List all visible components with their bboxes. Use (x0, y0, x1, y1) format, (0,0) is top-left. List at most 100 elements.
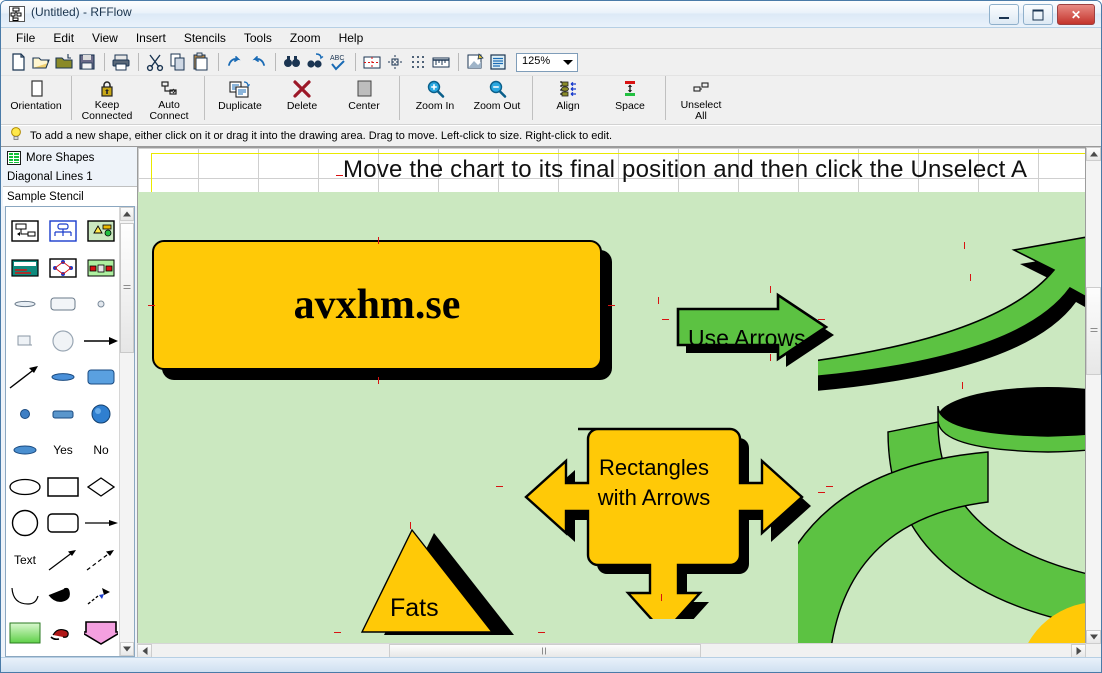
menu-stencils[interactable]: Stencils (175, 29, 235, 47)
stencil-shape-curve[interactable] (6, 578, 44, 615)
selection-handle[interactable] (378, 377, 379, 384)
vertical-scroll-thumb[interactable] (1086, 287, 1101, 375)
stencil-tab-more-shapes[interactable]: More Shapes (3, 148, 137, 167)
orientation-button[interactable]: Orientation (5, 76, 67, 122)
stencil-shape-warning-icon[interactable] (82, 213, 120, 250)
undo-icon[interactable] (224, 51, 246, 73)
zoom-combobox[interactable]: 125% (516, 52, 578, 72)
menu-insert[interactable]: Insert (127, 29, 175, 47)
stencil-shape-red-swirl[interactable] (44, 615, 82, 652)
stencil-shape-green-bar-icon[interactable] (82, 250, 120, 287)
stencil-shape-small-box[interactable] (6, 323, 44, 360)
stencil-shape-ribbon-curve[interactable] (44, 578, 82, 615)
selection-handle[interactable] (818, 492, 825, 493)
menu-help[interactable]: Help (330, 29, 373, 47)
selection-handle[interactable] (608, 305, 615, 306)
scroll-down-arrow[interactable] (120, 642, 134, 656)
selection-handle[interactable] (970, 274, 971, 281)
canvas-headline-text[interactable]: Move the chart to its final position and… (343, 156, 1027, 184)
stencil-shape-blue-rounded-rect[interactable] (82, 359, 120, 396)
stencil-shape-thin-oval[interactable] (6, 286, 44, 323)
selection-handle[interactable] (662, 319, 669, 320)
print-icon[interactable] (110, 51, 132, 73)
selection-handle[interactable] (336, 175, 343, 176)
stencil-tab-diagonal-lines-1[interactable]: Diagonal Lines 1 (3, 167, 137, 186)
copy-icon[interactable] (167, 51, 189, 73)
scroll-thumb[interactable] (120, 223, 134, 353)
close-button[interactable]: ✕ (1057, 4, 1095, 25)
stencil-scrollbar[interactable] (119, 207, 134, 656)
horizontal-scroll-thumb[interactable] (389, 644, 701, 658)
menu-file[interactable]: File (7, 29, 44, 47)
stencil-shape-blue-dot[interactable] (6, 396, 44, 433)
text-properties-icon[interactable] (487, 51, 509, 73)
stencil-shape-dashed-arrow[interactable] (82, 542, 120, 579)
minimize-button[interactable] (989, 4, 1019, 25)
zoom-in-button[interactable]: Zoom In (404, 76, 466, 122)
canvas-vertical-scrollbar[interactable] (1086, 147, 1101, 644)
page-breaks-icon[interactable] (361, 51, 383, 73)
scroll-left-arrow[interactable] (137, 644, 152, 658)
stencil-shape-cursor-arrow[interactable] (82, 578, 120, 615)
stencil-shape-diagram-icon[interactable] (44, 250, 82, 287)
open-folder-icon[interactable] (30, 51, 52, 73)
selection-handle[interactable] (661, 594, 662, 601)
stencil-shape-pink-down-arrow[interactable] (82, 615, 120, 652)
stencil-shape-no-label[interactable]: No (82, 432, 120, 469)
grid-dots-icon[interactable] (407, 51, 429, 73)
align-button[interactable]: Align (537, 76, 599, 122)
stencil-shape-tiny-node[interactable] (82, 286, 120, 323)
stencil-shape-rounded-rect[interactable] (44, 286, 82, 323)
zoom-out-button[interactable]: Zoom Out (466, 76, 528, 122)
delete-button[interactable]: Delete (271, 76, 333, 122)
selection-handle[interactable] (334, 632, 341, 633)
circular-arrow-green-shape[interactable] (798, 372, 1085, 643)
shape-properties-icon[interactable] (464, 51, 486, 73)
selection-handle[interactable] (770, 354, 771, 361)
rounded-rect-avxhm-shape[interactable]: avxhm.se (152, 240, 612, 380)
stencil-tab-sample-stencil[interactable]: Sample Stencil (3, 186, 137, 206)
stencil-shape-blue-cylinder[interactable] (44, 396, 82, 433)
selection-handle[interactable] (962, 382, 963, 389)
stencil-shape-circle[interactable] (6, 505, 44, 542)
maximize-button[interactable] (1023, 4, 1053, 25)
stencil-shape-green-gradient-rect[interactable] (6, 615, 44, 652)
selection-handle[interactable] (378, 237, 379, 244)
snap-icon[interactable] (384, 51, 406, 73)
stencil-shape-yes-label[interactable]: Yes (44, 432, 82, 469)
stencil-shape-blue-pill[interactable] (6, 432, 44, 469)
find-replace-icon[interactable] (304, 51, 326, 73)
duplicate-button[interactable]: Duplicate (209, 76, 271, 122)
selection-handle[interactable] (410, 522, 411, 529)
auto-connect-button[interactable]: Auto Connect (138, 76, 200, 122)
keep-connected-button[interactable]: Keep Connected (76, 76, 138, 122)
chevron-down-icon[interactable] (563, 59, 573, 65)
scroll-up-arrow[interactable] (120, 207, 134, 221)
selection-handle[interactable] (964, 242, 965, 249)
stencil-shape-line-arrow-up[interactable] (44, 542, 82, 579)
stencil-shape-thin-arrow[interactable] (82, 505, 120, 542)
scroll-down-arrow[interactable] (1086, 630, 1101, 644)
stencil-shape-rectangle[interactable] (44, 469, 82, 506)
stencil-shape-diagonal-arrow[interactable] (6, 359, 44, 396)
stencil-shape-ellipse[interactable] (6, 469, 44, 506)
scroll-right-arrow[interactable] (1071, 644, 1086, 658)
selection-handle[interactable] (538, 632, 545, 633)
stencil-shape-arrow-line[interactable] (82, 323, 120, 360)
selection-handle[interactable] (496, 486, 503, 487)
stencil-shape-diamond[interactable] (82, 469, 120, 506)
stencil-shape-blue-sphere[interactable] (82, 396, 120, 433)
spellcheck-icon[interactable]: ABC (327, 51, 349, 73)
find-icon[interactable] (281, 51, 303, 73)
open-recent-icon[interactable] (53, 51, 75, 73)
center-button[interactable]: Center (333, 76, 395, 122)
unselect-all-button[interactable]: Unselect All (670, 76, 732, 122)
stencil-shape-teal-form-icon[interactable] (6, 250, 44, 287)
triangle-fats-shape[interactable]: Fats (344, 522, 544, 643)
space-button[interactable]: Space (599, 76, 661, 122)
menu-tools[interactable]: Tools (235, 29, 281, 47)
new-document-icon[interactable] (7, 51, 29, 73)
cut-scissors-icon[interactable] (144, 51, 166, 73)
selection-handle[interactable] (658, 297, 659, 304)
rect-with-arrows-shape[interactable]: Rectangles with Arrows (506, 419, 816, 619)
